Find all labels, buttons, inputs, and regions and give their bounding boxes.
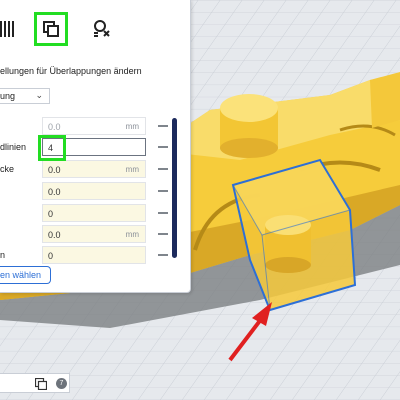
setting-row: 0	[0, 204, 190, 224]
focus-highlight	[38, 135, 66, 161]
setting-unit: mm	[125, 165, 139, 174]
setting-value: 0.0	[48, 230, 61, 240]
mesh-type-dropdown[interactable]: ung ⌄	[0, 88, 50, 104]
setting-value: 0.0	[48, 122, 61, 132]
setting-field[interactable]: 0.0 mm	[42, 225, 146, 243]
reset-dash-icon[interactable]	[158, 233, 168, 235]
setting-field[interactable]: 0	[42, 204, 146, 222]
setting-value: 0	[48, 209, 54, 219]
panel-title: ellungen für Überlappungen ändern	[0, 66, 142, 76]
per-model-settings-tool[interactable]	[34, 12, 68, 46]
setting-field[interactable]: 0.0 mm	[42, 160, 146, 178]
chevron-down-icon: ⌄	[35, 90, 43, 100]
select-settings-button[interactable]: en wählen	[0, 266, 51, 284]
per-model-settings-icon	[43, 21, 59, 37]
object-count-badge: 7	[56, 378, 67, 389]
setting-unit: mm	[125, 122, 139, 131]
reset-dash-icon[interactable]	[158, 254, 168, 256]
setting-row: dlinien 4	[0, 138, 190, 158]
overhang-mesh-icon	[94, 20, 110, 37]
reset-dash-icon[interactable]	[158, 125, 168, 127]
setting-row: 0.0	[0, 182, 190, 202]
setting-row: 0.0 mm	[0, 225, 190, 245]
setting-value: 0	[48, 251, 54, 261]
setting-unit: mm	[125, 230, 139, 239]
setting-label: dlinien	[0, 142, 27, 152]
setting-row: cke 0.0 mm	[0, 160, 190, 180]
setting-value: 0.0	[48, 187, 61, 197]
support-blocker-tool[interactable]	[0, 12, 14, 46]
setting-value: 0.0	[48, 165, 61, 175]
reset-dash-icon[interactable]	[158, 212, 168, 214]
setting-row: n 0	[0, 246, 190, 266]
reset-dash-icon[interactable]	[158, 190, 168, 192]
setting-label: n	[0, 250, 6, 260]
scrollbar[interactable]	[172, 118, 177, 258]
setting-field[interactable]: 0	[42, 246, 146, 264]
overhang-mesh-tool[interactable]	[84, 12, 118, 46]
select-settings-label: en wählen	[0, 270, 42, 280]
setting-field[interactable]: 0.0	[42, 182, 146, 200]
support-blocker-icon	[0, 21, 14, 37]
object-list-bar[interactable]: 7	[0, 373, 70, 393]
objects-icon	[35, 378, 47, 390]
mesh-type-value: ung	[0, 91, 16, 101]
setting-label: cke	[0, 164, 15, 174]
setting-row: 0.0 mm	[0, 117, 190, 137]
per-model-settings-panel: ellungen für Überlappungen ändern ung ⌄ …	[0, 0, 191, 293]
setting-field[interactable]: 0.0 mm	[42, 117, 146, 135]
reset-dash-icon[interactable]	[158, 146, 168, 148]
reset-dash-icon[interactable]	[158, 168, 168, 170]
